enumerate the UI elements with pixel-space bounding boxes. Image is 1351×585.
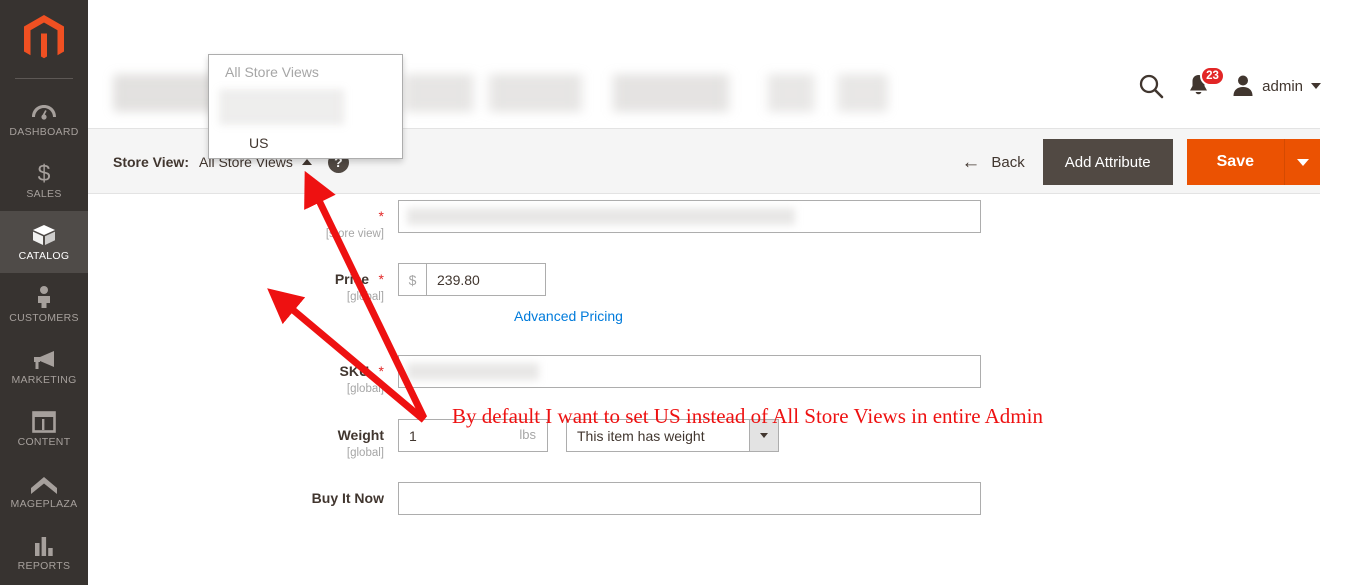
sidebar-item-label: SALES <box>26 187 62 200</box>
bar-chart-icon <box>33 533 55 557</box>
arrow-left-icon: ← <box>961 151 981 173</box>
user-menu[interactable]: admin <box>1232 74 1321 98</box>
chevron-down-icon <box>1311 83 1321 89</box>
field-scope: [global] <box>346 447 384 459</box>
page-action-buttons: ← Back Add Attribute Save <box>961 129 1320 195</box>
magento-logo[interactable] <box>0 0 88 78</box>
layout-window-icon <box>32 409 56 433</box>
field-scope: [store view] <box>325 228 384 240</box>
save-button[interactable]: Save <box>1186 139 1284 185</box>
admin-main: 23 admin Store View: All Store Views ? ←… <box>88 0 1351 585</box>
weight-unit: lbs <box>519 427 536 442</box>
field-label-text: Buy It Now <box>311 490 384 506</box>
user-avatar-icon <box>1233 75 1253 96</box>
field-label-text: Weight <box>337 427 384 443</box>
sidebar-item-reports[interactable]: REPORTS <box>0 521 88 583</box>
store-view-label: Store View: <box>113 154 189 170</box>
field-scope: [global] <box>346 291 384 303</box>
sidebar-item-label: MARKETING <box>11 373 77 386</box>
sku-value-redacted <box>407 363 539 380</box>
sidebar-item-dashboard[interactable]: DASHBOARD <box>0 87 88 149</box>
save-button-group: Save <box>1186 139 1320 185</box>
price-input-group: $ <box>398 263 546 296</box>
notifications-button[interactable]: 23 <box>1187 66 1225 99</box>
megaphone-icon <box>31 347 57 371</box>
required-asterisk: * <box>378 208 384 224</box>
back-button[interactable]: ← Back <box>961 153 1024 172</box>
magento-logo-icon <box>24 15 64 59</box>
dashboard-gauge-icon <box>31 99 57 123</box>
svg-text:$: $ <box>38 161 51 185</box>
add-attribute-button[interactable]: Add Attribute <box>1042 139 1173 185</box>
sidebar-item-mageplaza[interactable]: MAGEPLAZA <box>0 459 88 521</box>
required-asterisk: * <box>378 271 384 287</box>
chevron-up-icon <box>301 159 312 165</box>
annotation-text: By default I want to set US instead of A… <box>452 404 1043 428</box>
store-group-redacted <box>219 89 392 125</box>
magento-admin-screen: DASHBOARD $ SALES CATALOG CUSTOMERS MARK… <box>0 0 1351 585</box>
admin-sidebar: DASHBOARD $ SALES CATALOG CUSTOMERS MARK… <box>0 0 88 585</box>
header-tools: 23 admin <box>1137 66 1321 100</box>
name-value-redacted <box>407 208 795 225</box>
sidebar-item-sales[interactable]: $ SALES <box>0 149 88 211</box>
sidebar-item-label: DASHBOARD <box>9 125 79 138</box>
field-label-text: Price <box>334 271 370 287</box>
sidebar-item-label: CATALOG <box>18 249 70 262</box>
field-row-name: * [store view] <box>88 200 981 240</box>
required-asterisk: * <box>378 363 384 379</box>
price-input[interactable] <box>426 263 546 296</box>
sidebar-divider <box>15 78 73 79</box>
store-dropdown-header: All Store Views <box>225 64 319 80</box>
sidebar-item-label: CONTENT <box>17 435 71 448</box>
box-icon <box>31 223 57 247</box>
buy-it-now-input[interactable] <box>398 482 981 515</box>
back-label: Back <box>991 153 1025 171</box>
store-view-dropdown: All Store Views US <box>208 54 403 159</box>
save-options-button[interactable] <box>1284 139 1320 185</box>
chevron-arch-icon <box>30 471 58 495</box>
person-icon <box>34 285 54 309</box>
field-label-buy-it-now: Buy It Now <box>88 482 398 508</box>
product-form: * [store view] Price * [global] $ 239.80… <box>88 194 1351 515</box>
sidebar-item-marketing[interactable]: MARKETING <box>0 335 88 397</box>
user-name: admin <box>1262 77 1303 95</box>
field-label-text: SKU <box>339 363 370 379</box>
name-input-wrapper <box>398 200 981 233</box>
field-scope: [global] <box>346 383 384 395</box>
notification-badge: 23 <box>1200 66 1225 86</box>
field-label-weight: Weight [global] <box>88 419 398 459</box>
field-row-price: Price * [global] $ <box>88 263 546 303</box>
currency-symbol: $ <box>398 263 426 296</box>
dollar-sign-icon: $ <box>34 161 54 185</box>
field-label-sku: SKU * [global] <box>88 355 398 395</box>
sidebar-item-label: MAGEPLAZA <box>10 497 78 510</box>
field-row-sku: SKU * [global] <box>88 355 981 395</box>
sidebar-item-content[interactable]: CONTENT <box>0 397 88 459</box>
sidebar-item-customers[interactable]: CUSTOMERS <box>0 273 88 335</box>
sidebar-item-catalog[interactable]: CATALOG <box>0 211 88 273</box>
sidebar-item-label: REPORTS <box>17 559 71 572</box>
search-icon[interactable] <box>1137 72 1165 100</box>
sku-input-wrapper <box>398 355 981 388</box>
store-view-option-us[interactable]: US <box>209 125 402 159</box>
field-label-price: Price * [global] <box>88 263 398 303</box>
sidebar-item-label: CUSTOMERS <box>9 311 79 324</box>
field-row-buy-it-now: Buy It Now <box>88 482 981 515</box>
field-label-name: * [store view] <box>88 200 398 240</box>
advanced-pricing-link[interactable]: Advanced Pricing <box>514 308 623 324</box>
chevron-down-icon <box>1296 158 1309 166</box>
